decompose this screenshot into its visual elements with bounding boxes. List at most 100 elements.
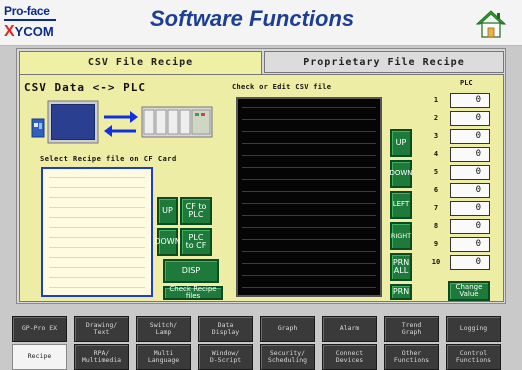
home-button[interactable] xyxy=(474,8,508,40)
nav-button-security-scheduling[interactable]: Security/Scheduling xyxy=(260,344,315,370)
nav-button-recipe[interactable]: Recipe xyxy=(12,344,67,370)
nav-button-drawing-text[interactable]: Drawing/Text xyxy=(74,316,129,342)
editor-down-button[interactable]: DOWN xyxy=(389,160,413,188)
editor-row xyxy=(242,131,376,132)
csv-plc-transfer-illustration xyxy=(31,100,213,144)
nav-button-alarm[interactable]: Alarm xyxy=(322,316,377,342)
recipe-panel: CSV File Recipe Proprietary File Recipe … xyxy=(16,48,506,304)
editor-row xyxy=(242,107,376,108)
plc-value-field[interactable]: 0 xyxy=(450,111,490,126)
list-line xyxy=(49,207,145,208)
nav-button-trend-graph[interactable]: Trend Graph xyxy=(384,316,439,342)
transfer-arrows-icon xyxy=(104,111,138,137)
plc-value-field[interactable]: 0 xyxy=(450,237,490,252)
editor-row xyxy=(242,143,376,144)
editor-row xyxy=(242,239,376,240)
cf-to-plc-button[interactable]: CF to PLC xyxy=(180,197,212,225)
editor-row xyxy=(242,287,376,288)
tab-csv-file-recipe[interactable]: CSV File Recipe xyxy=(19,51,262,75)
cf-card-icon xyxy=(31,118,45,138)
list-up-button[interactable]: UP xyxy=(157,197,178,225)
editor-row xyxy=(242,179,376,180)
editor-row xyxy=(242,155,376,156)
print-all-button[interactable]: PRN ALL xyxy=(390,253,412,281)
editor-row xyxy=(242,203,376,204)
nav-button-gp-pro-ex[interactable]: GP-Pro EX xyxy=(12,316,67,342)
editor-row xyxy=(242,215,376,216)
plc-value-field[interactable]: 0 xyxy=(450,219,490,234)
list-line xyxy=(49,247,145,248)
nav-button-rpa-multimedia[interactable]: RPA/Multimedia xyxy=(74,344,129,370)
logo-underline xyxy=(4,19,56,21)
plc-value-field[interactable]: 0 xyxy=(450,165,490,180)
plc-value-field[interactable]: 0 xyxy=(450,147,490,162)
editor-row xyxy=(242,275,376,276)
plc-value-field[interactable]: 0 xyxy=(450,255,490,270)
plc-to-cf-button[interactable]: PLC to CF xyxy=(180,228,212,256)
list-line xyxy=(49,257,145,258)
select-recipe-label: Select Recipe file on CF Card xyxy=(40,155,177,163)
plc-value-field[interactable]: 0 xyxy=(450,183,490,198)
check-edit-csv-label: Check or Edit CSV file xyxy=(232,83,332,91)
editor-row xyxy=(242,119,376,120)
print-button[interactable]: PRN xyxy=(390,284,412,300)
editor-row xyxy=(242,251,376,252)
list-line xyxy=(49,177,145,178)
nav-button-logging[interactable]: Logging xyxy=(446,316,501,342)
header-bar: Pro-face XYCOM Software Functions xyxy=(0,0,522,46)
list-line xyxy=(49,237,145,238)
check-recipe-files-button[interactable]: Check Recipe files xyxy=(163,285,223,300)
logo-xycom-text: XYCOM xyxy=(4,23,54,40)
plc-value-field[interactable]: 0 xyxy=(450,129,490,144)
logo-proface-text: Pro-face xyxy=(4,4,50,18)
nav-button-graph[interactable]: Graph xyxy=(260,316,315,342)
recipe-file-list[interactable] xyxy=(41,167,153,297)
csv-editor-view[interactable] xyxy=(236,97,382,297)
editor-right-button[interactable]: RIGHT xyxy=(390,222,412,250)
list-down-button[interactable]: DOWN xyxy=(154,228,181,256)
disp-button[interactable]: DISP xyxy=(163,259,219,283)
plc-row-number: 10 xyxy=(431,258,441,266)
list-line xyxy=(49,227,145,228)
proface-xycom-logo: Pro-face XYCOM xyxy=(4,4,62,42)
editor-row xyxy=(242,263,376,264)
editor-row xyxy=(242,227,376,228)
function-nav: GP-Pro EX Drawing/Text Switch/Lamp Data Disp… xyxy=(12,316,508,370)
list-line xyxy=(49,287,145,288)
list-line xyxy=(49,187,145,188)
nav-button-window-d-script[interactable]: Window/D-Script xyxy=(198,344,253,370)
csv-data-plc-title: CSV Data <-> PLC xyxy=(24,81,146,94)
plc-row-number: 8 xyxy=(433,222,439,230)
editor-left-button[interactable]: LEFT xyxy=(390,191,412,219)
home-icon xyxy=(475,10,507,38)
change-value-button[interactable]: Change Value xyxy=(448,281,490,301)
nav-button-data-display[interactable]: Data Display xyxy=(198,316,253,342)
nav-button-connect-devices[interactable]: Connect Devices xyxy=(322,344,377,370)
display-monitor-icon xyxy=(47,100,99,144)
nav-button-control-functions[interactable]: Control Functions xyxy=(446,344,501,370)
plc-row-number: 6 xyxy=(433,186,439,194)
tab-proprietary-file-recipe[interactable]: Proprietary File Recipe xyxy=(264,51,504,73)
plc-row-number: 1 xyxy=(433,96,439,104)
plc-value-field[interactable]: 0 xyxy=(450,93,490,108)
list-line xyxy=(49,197,145,198)
plc-row-number: 5 xyxy=(433,168,439,176)
plc-row-number: 7 xyxy=(433,204,439,212)
plc-column-label: PLC xyxy=(460,79,473,87)
plc-value-field[interactable]: 0 xyxy=(450,201,490,216)
nav-button-other-functions[interactable]: Other Functions xyxy=(384,344,439,370)
plc-row-number: 3 xyxy=(433,132,439,140)
nav-button-multi-language[interactable]: Multi Language xyxy=(136,344,191,370)
app-root: Pro-face XYCOM Software Functions CSV Fi… xyxy=(0,0,522,370)
editor-row xyxy=(242,167,376,168)
list-line xyxy=(49,267,145,268)
list-line xyxy=(49,277,145,278)
editor-up-button[interactable]: UP xyxy=(390,129,412,157)
page-title: Software Functions xyxy=(150,6,355,31)
nav-button-switch-lamp[interactable]: Switch/Lamp xyxy=(136,316,191,342)
plc-row-number: 2 xyxy=(433,114,439,122)
plc-row-number: 9 xyxy=(433,240,439,248)
plc-row-number: 4 xyxy=(433,150,439,158)
plc-rack-icon xyxy=(141,106,213,138)
csv-recipe-content: CSV Data <-> PLC Select Recipe file on C… xyxy=(19,74,504,302)
